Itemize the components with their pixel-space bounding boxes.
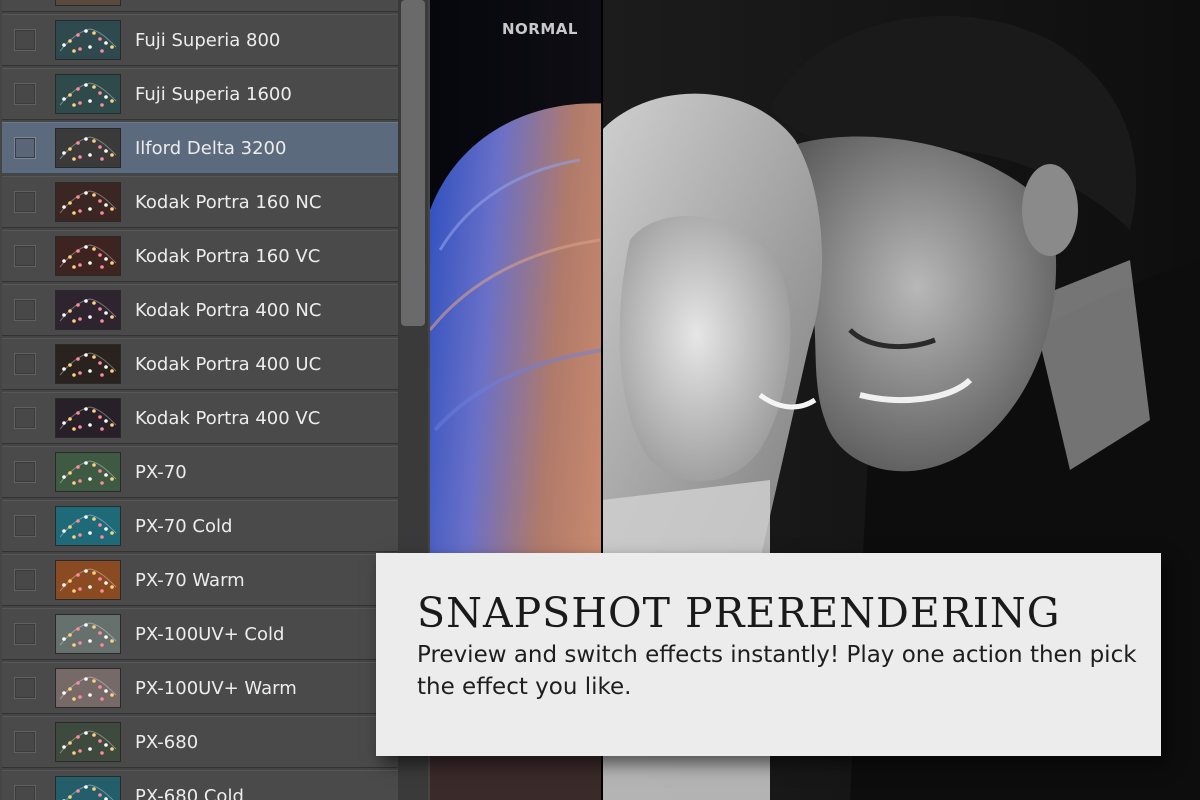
snapshot-label: Kodak Portra 400 VC <box>135 408 321 429</box>
snapshot-thumbnail <box>55 398 121 438</box>
snapshot-thumbnail <box>55 182 121 222</box>
snapshot-thumbnail <box>55 344 121 384</box>
snapshot-checkbox[interactable] <box>14 353 36 375</box>
snapshot-thumbnail <box>55 128 121 168</box>
snapshot-checkbox[interactable] <box>14 137 36 159</box>
snapshot-item[interactable]: Kodak Portra 400 UC <box>2 338 398 390</box>
snapshot-item[interactable]: PX-100UV+ Warm <box>2 662 398 714</box>
snapshot-label: PX-70 <box>135 462 187 483</box>
snapshot-label: Fuji Superia 800 <box>135 30 281 51</box>
snapshot-item[interactable]: PX-70 <box>2 446 398 498</box>
snapshot-thumbnail <box>55 0 121 6</box>
snapshot-thumbnail <box>55 614 121 654</box>
snapshot-checkbox[interactable] <box>14 299 36 321</box>
snapshot-checkbox[interactable] <box>14 407 36 429</box>
snapshot-label: Kodak Portra 160 VC <box>135 246 321 267</box>
snapshot-checkbox[interactable] <box>14 731 36 753</box>
snapshot-thumbnail <box>55 74 121 114</box>
snapshot-thumbnail <box>55 452 121 492</box>
snapshot-item[interactable]: Kodak Portra 400 VC <box>2 392 398 444</box>
snapshot-item[interactable]: PX-70 Warm <box>2 554 398 606</box>
snapshot-item[interactable]: PX-680 Cold <box>2 770 398 800</box>
snapshot-item[interactable]: Ilford Delta 3200 <box>2 122 398 174</box>
scrollbar-thumb[interactable] <box>401 0 425 326</box>
snapshot-checkbox[interactable] <box>14 569 36 591</box>
snapshot-label: Kodak Portra 160 NC <box>135 192 322 213</box>
snapshot-label: Kodak Portra 400 UC <box>135 354 322 375</box>
snapshot-checkbox[interactable] <box>14 677 36 699</box>
snapshot-label: PX-100UV+ Cold <box>135 624 285 645</box>
snapshot-item[interactable]: PX-100UV+ Cold <box>2 608 398 660</box>
snapshot-item[interactable]: Kodak Portra 160 VC <box>2 230 398 282</box>
snapshot-item[interactable]: Kodak Portra 400 NC <box>2 284 398 336</box>
snapshot-thumbnail <box>55 20 121 60</box>
snapshot-checkbox[interactable] <box>14 191 36 213</box>
snapshot-label: PX-100UV+ Warm <box>135 678 297 699</box>
snapshot-thumbnail <box>55 236 121 276</box>
snapshot-thumbnail <box>55 722 121 762</box>
snapshot-checkbox[interactable] <box>14 515 36 537</box>
feature-card: SNAPSHOT PRERENDERING Preview and switch… <box>376 553 1161 756</box>
normal-label: NORMAL <box>502 20 578 38</box>
snapshot-label: PX-680 Cold <box>135 786 244 800</box>
snapshot-checkbox[interactable] <box>14 623 36 645</box>
snapshot-list: Fuji Superia 800 Fuji Superia 1600 Ilford … <box>2 0 398 800</box>
snapshot-label: PX-70 Warm <box>135 570 245 591</box>
snapshot-item[interactable]: Fuji Superia 1600 <box>2 68 398 120</box>
snapshot-checkbox[interactable] <box>14 83 36 105</box>
snapshot-checkbox[interactable] <box>14 29 36 51</box>
snapshot-thumbnail <box>55 560 121 600</box>
snapshot-thumbnail <box>55 668 121 708</box>
snapshot-label: Kodak Portra 400 NC <box>135 300 322 321</box>
snapshot-item[interactable]: PX-680 <box>2 716 398 768</box>
snapshot-thumbnail <box>55 506 121 546</box>
snapshot-panel: Fuji Superia 800 Fuji Superia 1600 Ilford … <box>0 0 430 800</box>
snapshot-item[interactable]: Fuji Superia 800 <box>2 14 398 66</box>
snapshot-checkbox[interactable] <box>14 245 36 267</box>
snapshot-checkbox[interactable] <box>14 461 36 483</box>
snapshot-item[interactable]: Kodak Portra 160 NC <box>2 176 398 228</box>
snapshot-item[interactable] <box>2 0 398 12</box>
snapshot-label: Fuji Superia 1600 <box>135 84 292 105</box>
snapshot-label: PX-70 Cold <box>135 516 233 537</box>
snapshot-label: Ilford Delta 3200 <box>135 138 287 159</box>
snapshot-checkbox[interactable] <box>14 785 36 800</box>
feature-title: SNAPSHOT PRERENDERING <box>417 589 1061 637</box>
snapshot-item[interactable]: PX-70 Cold <box>2 500 398 552</box>
snapshot-thumbnail <box>55 290 121 330</box>
snapshot-label: PX-680 <box>135 732 199 753</box>
feature-description: Preview and switch effects instantly! Pl… <box>417 642 1137 700</box>
snapshot-thumbnail <box>55 776 121 800</box>
